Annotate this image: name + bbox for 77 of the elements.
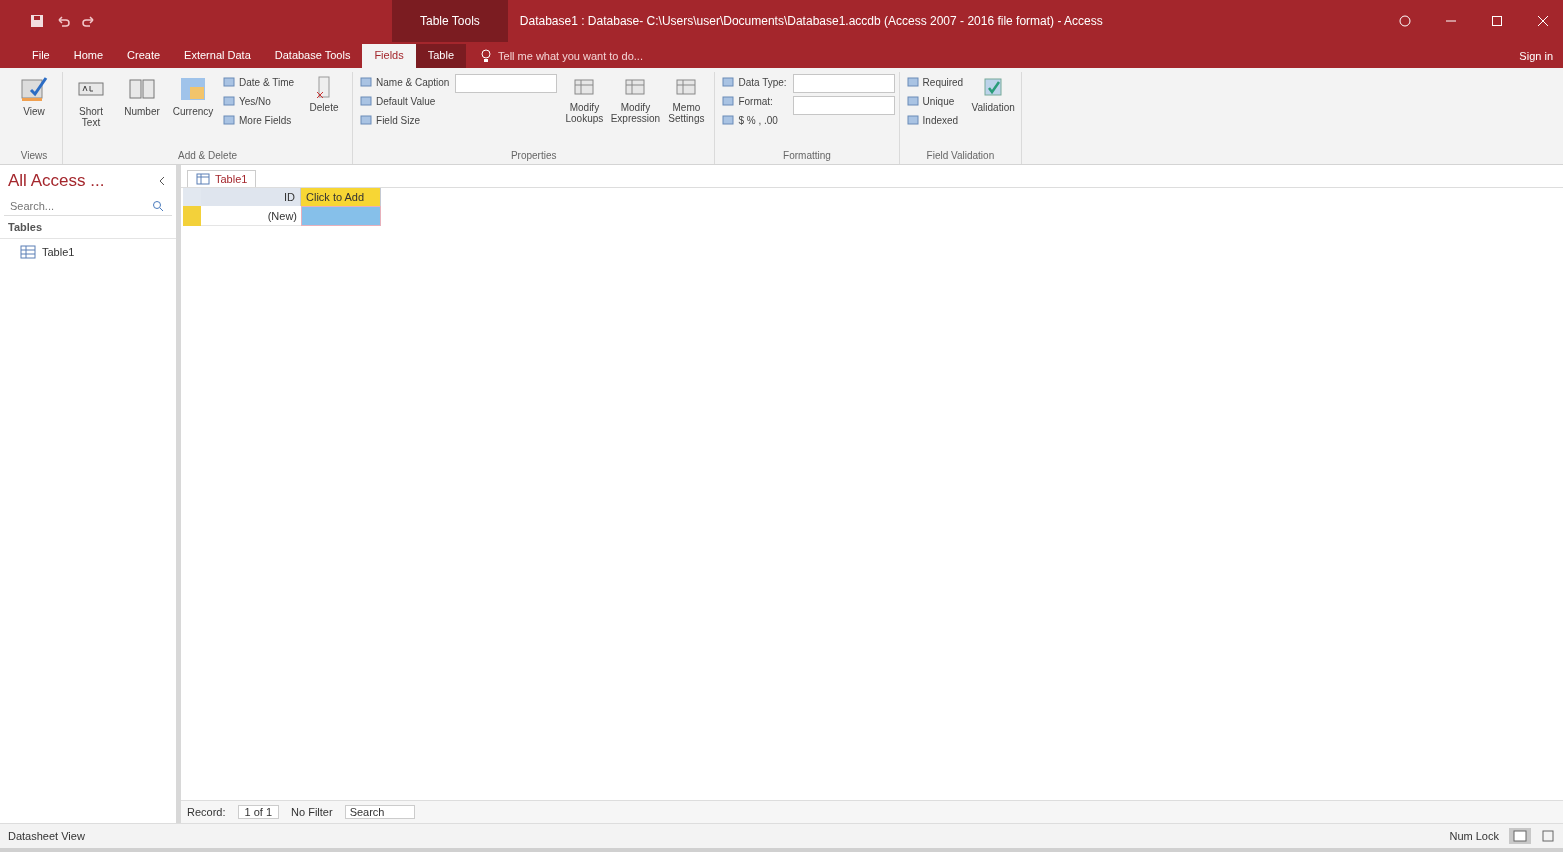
ribbon-button[interactable]: $ % , .00 xyxy=(719,112,790,128)
field-icon xyxy=(360,95,373,107)
ribbon-tab[interactable]: Table xyxy=(415,44,467,68)
ribbon-group-label: Field Validation xyxy=(925,149,996,163)
ribbon-button[interactable]: Modify Lookups xyxy=(560,72,609,148)
field-icon xyxy=(722,95,735,107)
table-item[interactable]: Table1 xyxy=(0,239,176,265)
help-icon[interactable] xyxy=(1399,15,1411,27)
ribbon-group-label: Add & Delete xyxy=(177,149,238,163)
ribbon-button[interactable]: Indexed xyxy=(903,112,967,128)
undo-icon[interactable] xyxy=(56,14,70,28)
record-position-field[interactable]: 1 of 1 xyxy=(237,805,280,819)
field-icon xyxy=(223,95,235,107)
ribbon-button[interactable]: More Fields xyxy=(220,112,298,128)
field-icon xyxy=(223,76,235,88)
ribbon-tab[interactable]: Home xyxy=(61,44,116,68)
datasheet-view-icon[interactable] xyxy=(1509,828,1531,844)
ribbon-button[interactable]: Data Type: xyxy=(719,74,790,90)
filter-indicator[interactable]: No Filter xyxy=(291,806,333,818)
field-icon xyxy=(360,76,373,88)
table-icon xyxy=(196,173,210,185)
record-label: Record: xyxy=(187,806,226,818)
ribbon-button[interactable]: Currency xyxy=(169,72,217,148)
ribbon-button[interactable]: Modify Expression xyxy=(611,72,660,148)
sign-in-link[interactable]: Sign in xyxy=(1509,50,1563,68)
navigation-group-header[interactable]: Tables xyxy=(0,216,176,239)
save-icon[interactable] xyxy=(30,14,44,28)
context-tab-label: Table Tools xyxy=(392,0,508,42)
ribbon-button[interactable]: Required xyxy=(903,74,967,90)
ribbon-group-label: Formatting xyxy=(782,149,832,163)
status-text: Datasheet View xyxy=(8,830,85,842)
ribbon-button[interactable]: Format: xyxy=(719,93,790,109)
status-text: Num Lock xyxy=(1449,830,1499,842)
design-view-icon[interactable] xyxy=(1541,829,1555,843)
field-icon xyxy=(722,114,735,126)
column-header[interactable]: Click to Add xyxy=(301,188,381,206)
ribbon-tab[interactable]: Create xyxy=(115,44,173,68)
window-title: Database1 : Database- C:\Users\user\Documents\Database1.accdb (Access 2007 - 2016 file format) - Access xyxy=(519,14,1104,28)
ribbon-button[interactable]: Memo Settings xyxy=(662,72,711,148)
field-size-input[interactable] xyxy=(455,74,558,93)
table-icon xyxy=(20,245,36,259)
lightbulb-icon xyxy=(480,49,493,63)
ribbon-group-label: Properties xyxy=(509,149,558,163)
field-icon xyxy=(223,114,235,126)
ribbon-button[interactable]: Default Value xyxy=(357,93,453,109)
redo-icon[interactable] xyxy=(82,14,96,28)
ribbon-button[interactable]: Yes/No xyxy=(220,93,298,109)
ribbon-tab[interactable]: File xyxy=(20,44,62,68)
ribbon-button[interactable]: Name & Caption xyxy=(357,74,453,90)
ribbon-tab[interactable]: Database Tools xyxy=(262,44,363,68)
tell-me-input[interactable]: Tell me what you want to do... xyxy=(496,49,701,63)
format-input[interactable] xyxy=(792,96,895,115)
ribbon-button[interactable]: Field Size xyxy=(357,112,453,128)
ribbon-button[interactable]: Date & Time xyxy=(220,74,298,90)
column-header[interactable]: ID xyxy=(201,188,301,206)
ribbon-group-label: Views xyxy=(19,149,49,163)
ribbon-button[interactable]: Validation xyxy=(969,72,1018,148)
ribbon-button[interactable]: Short Text xyxy=(67,72,115,148)
field-icon xyxy=(906,76,919,88)
search-icon xyxy=(152,200,164,212)
field-icon xyxy=(906,114,919,126)
ribbon-tab[interactable]: External Data xyxy=(172,44,263,68)
record-search-field[interactable]: Search xyxy=(344,805,416,819)
ribbon-tab[interactable]: Fields xyxy=(362,44,416,68)
ribbon-button[interactable]: Delete xyxy=(300,72,349,148)
field-icon xyxy=(360,114,373,126)
close-icon[interactable] xyxy=(1537,15,1549,27)
navigation-pane-title[interactable]: All Access ... xyxy=(8,171,105,191)
table-cell[interactable] xyxy=(301,206,381,226)
ribbon-button[interactable]: Unique xyxy=(903,93,967,109)
field-icon xyxy=(722,76,735,88)
maximize-icon[interactable] xyxy=(1491,15,1503,27)
data-type-input[interactable] xyxy=(792,74,895,93)
ribbon-button[interactable]: Number xyxy=(118,72,166,148)
ribbon-button[interactable]: View xyxy=(10,72,58,148)
document-tab[interactable]: Table1 xyxy=(187,170,257,187)
field-icon xyxy=(906,95,919,107)
